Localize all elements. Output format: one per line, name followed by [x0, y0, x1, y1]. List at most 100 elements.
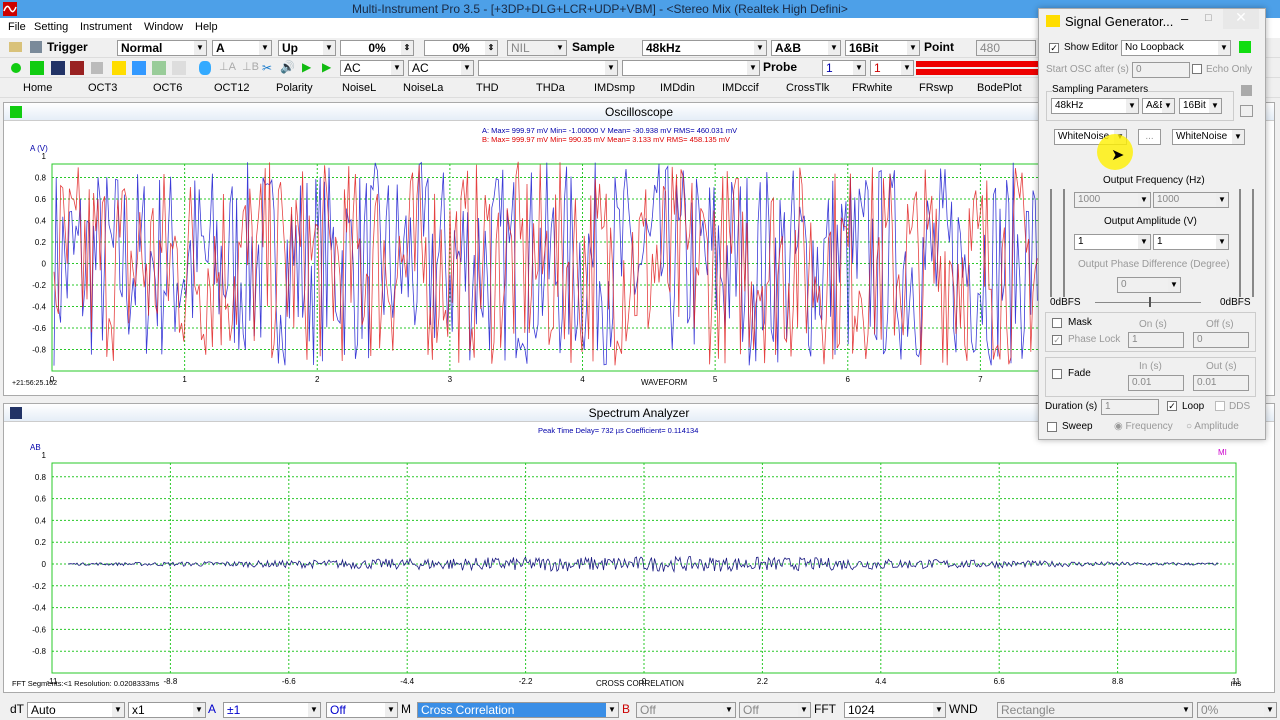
tab-imdccif[interactable]: IMDccif	[722, 82, 759, 94]
points-field[interactable]: 480	[976, 40, 1036, 56]
b-range-select[interactable]: Off ▼	[636, 702, 736, 718]
amplitude-slider-b[interactable]	[1239, 189, 1241, 297]
balance-slider-thumb[interactable]	[1149, 297, 1151, 307]
tab-home[interactable]: Home	[23, 82, 52, 94]
menu-window[interactable]: Window	[144, 21, 183, 33]
on-field[interactable]: 1	[1128, 332, 1184, 348]
menu-file[interactable]: File	[8, 21, 26, 33]
menu-setting[interactable]: Setting	[34, 21, 68, 33]
close-button[interactable]: ✕	[1223, 9, 1259, 29]
amplitude-slider-b-outer[interactable]	[1252, 189, 1254, 297]
maximize-button[interactable]: □	[1205, 12, 1212, 24]
record-icon[interactable]	[11, 63, 21, 73]
extra-select-1[interactable]: ▼	[478, 60, 618, 76]
coupling-a-select[interactable]: AC ▼	[340, 60, 404, 76]
gen-rate-select[interactable]: 48kHz ▼	[1051, 98, 1139, 114]
wave-b-select[interactable]: WhiteNoise ▼	[1172, 129, 1245, 145]
trigger-channel-select[interactable]: A ▼	[212, 40, 272, 56]
tab-noisel[interactable]: NoiseL	[342, 82, 376, 94]
overlap-select[interactable]: 0% ▼	[1197, 702, 1277, 718]
show-editor-checkbox[interactable]: ✓	[1049, 43, 1059, 53]
tab-thda[interactable]: THDa	[536, 82, 565, 94]
tab-crosstlk[interactable]: CrossTlk	[786, 82, 829, 94]
trigger-mode-select[interactable]: Normal ▼	[117, 40, 207, 56]
tab-noisela[interactable]: NoiseLa	[403, 82, 443, 94]
a-range-select[interactable]: ±1 ▼	[223, 702, 321, 718]
ground-a-icon[interactable]: ⊥A	[219, 60, 236, 73]
echo-only-checkbox[interactable]	[1192, 64, 1202, 74]
bits-select[interactable]: 16Bit ▼	[845, 40, 920, 56]
phase-lock-checkbox[interactable]: ✓	[1052, 335, 1062, 345]
spectrum-icon[interactable]	[51, 61, 65, 75]
ddp-icon[interactable]	[172, 61, 186, 75]
sample-rate-select[interactable]: 48kHz ▼	[642, 40, 767, 56]
probe-a-select[interactable]: 1 ▼	[822, 60, 866, 76]
fade-out-field[interactable]: 0.01	[1193, 375, 1249, 391]
tab-oct6[interactable]: OCT6	[153, 82, 182, 94]
nil-select[interactable]: NIL ▼	[507, 40, 567, 56]
sweep-amplitude-radio[interactable]: ○ Amplitude	[1186, 421, 1239, 432]
sweep-checkbox[interactable]	[1047, 422, 1057, 432]
play-once-icon[interactable]: ▶	[322, 60, 331, 74]
trigger-edge-select[interactable]: Up ▼	[278, 40, 336, 56]
signal-generator-icon[interactable]	[112, 61, 126, 75]
dds-checkbox[interactable]	[1215, 401, 1225, 411]
gen-bits-select[interactable]: 16Bit ▼	[1179, 98, 1222, 114]
fade-in-field[interactable]: 0.01	[1128, 375, 1184, 391]
mask-checkbox[interactable]	[1052, 318, 1062, 328]
sweep-icon[interactable]	[152, 61, 166, 75]
tab-frswp[interactable]: FRswp	[919, 82, 953, 94]
menu-help[interactable]: Help	[195, 21, 218, 33]
tab-thd[interactable]: THD	[476, 82, 499, 94]
tab-imdsmp[interactable]: IMDsmp	[594, 82, 635, 94]
tab-oct12[interactable]: OCT12	[214, 82, 249, 94]
dt-select[interactable]: Auto ▼	[27, 702, 125, 718]
tab-oct3[interactable]: OCT3	[88, 82, 117, 94]
trigger-delay-spinner[interactable]: 0% ⇕	[424, 40, 498, 56]
amp-a-select[interactable]: 1 ▼	[1074, 234, 1151, 250]
dds-generator-icon[interactable]	[132, 61, 146, 75]
trigger-level-spinner[interactable]: 0% ⇕	[340, 40, 414, 56]
copy-icon[interactable]	[91, 62, 103, 74]
amp-b-select[interactable]: 1 ▼	[1153, 234, 1229, 250]
probe-b-select[interactable]: 1 ▼	[870, 60, 914, 76]
probe-icon[interactable]: ✂	[262, 61, 272, 75]
phase-select[interactable]: 0 ▼	[1117, 277, 1181, 293]
gen-channels-select[interactable]: A&B ▼	[1142, 98, 1175, 114]
fft-size-select[interactable]: 1024 ▼	[844, 702, 946, 718]
b-function-select[interactable]: Off ▼	[739, 702, 811, 718]
amplitude-slider-a[interactable]	[1063, 189, 1065, 297]
extra-select-2[interactable]: ▼	[622, 60, 760, 76]
generator-start-button[interactable]	[1239, 41, 1251, 53]
save-icon[interactable]	[30, 41, 42, 53]
start-osc-field[interactable]: 0	[1132, 62, 1190, 78]
fade-checkbox[interactable]	[1052, 369, 1062, 379]
freq-b-select[interactable]: 1000 ▼	[1153, 192, 1229, 208]
duration-field[interactable]: 1	[1101, 399, 1159, 415]
amplitude-slider-a-outer[interactable]	[1050, 189, 1052, 297]
minimize-button[interactable]: –	[1181, 11, 1188, 26]
play-icon[interactable]: ▶	[302, 60, 311, 74]
tab-imddin[interactable]: IMDdin	[660, 82, 695, 94]
oscilloscope-icon[interactable]	[30, 61, 44, 75]
tab-frwhite[interactable]: FRwhite	[852, 82, 892, 94]
wave-editor-button[interactable]: ...	[1138, 129, 1161, 145]
balance-slider[interactable]	[1095, 302, 1201, 303]
off-field[interactable]: 0	[1193, 332, 1249, 348]
open-icon[interactable]	[9, 42, 22, 52]
speaker-icon[interactable]: 🔊	[280, 60, 295, 74]
multiplier-select[interactable]: x1 ▼	[128, 702, 206, 718]
save-icon[interactable]	[1241, 85, 1252, 96]
window-function-select[interactable]: Rectangle ▼	[997, 702, 1193, 718]
multimeter-icon[interactable]	[70, 61, 84, 75]
freq-a-select[interactable]: 1000 ▼	[1074, 192, 1151, 208]
coupling-b-select[interactable]: AC ▼	[408, 60, 474, 76]
m-mode-select[interactable]: Cross Correlation ▼	[417, 702, 619, 718]
calibration-icon[interactable]	[199, 61, 211, 75]
list-icon[interactable]	[1240, 105, 1253, 117]
menu-instrument[interactable]: Instrument	[80, 21, 132, 33]
tab-polarity[interactable]: Polarity	[276, 82, 313, 94]
channels-select[interactable]: A&B ▼	[771, 40, 841, 56]
loop-checkbox[interactable]: ✓	[1167, 401, 1177, 411]
spectrum-plot[interactable]: 10.80.60.40.20-0.2-0.4-0.6-0.8-11 -8.8 -6.…	[4, 422, 1274, 692]
